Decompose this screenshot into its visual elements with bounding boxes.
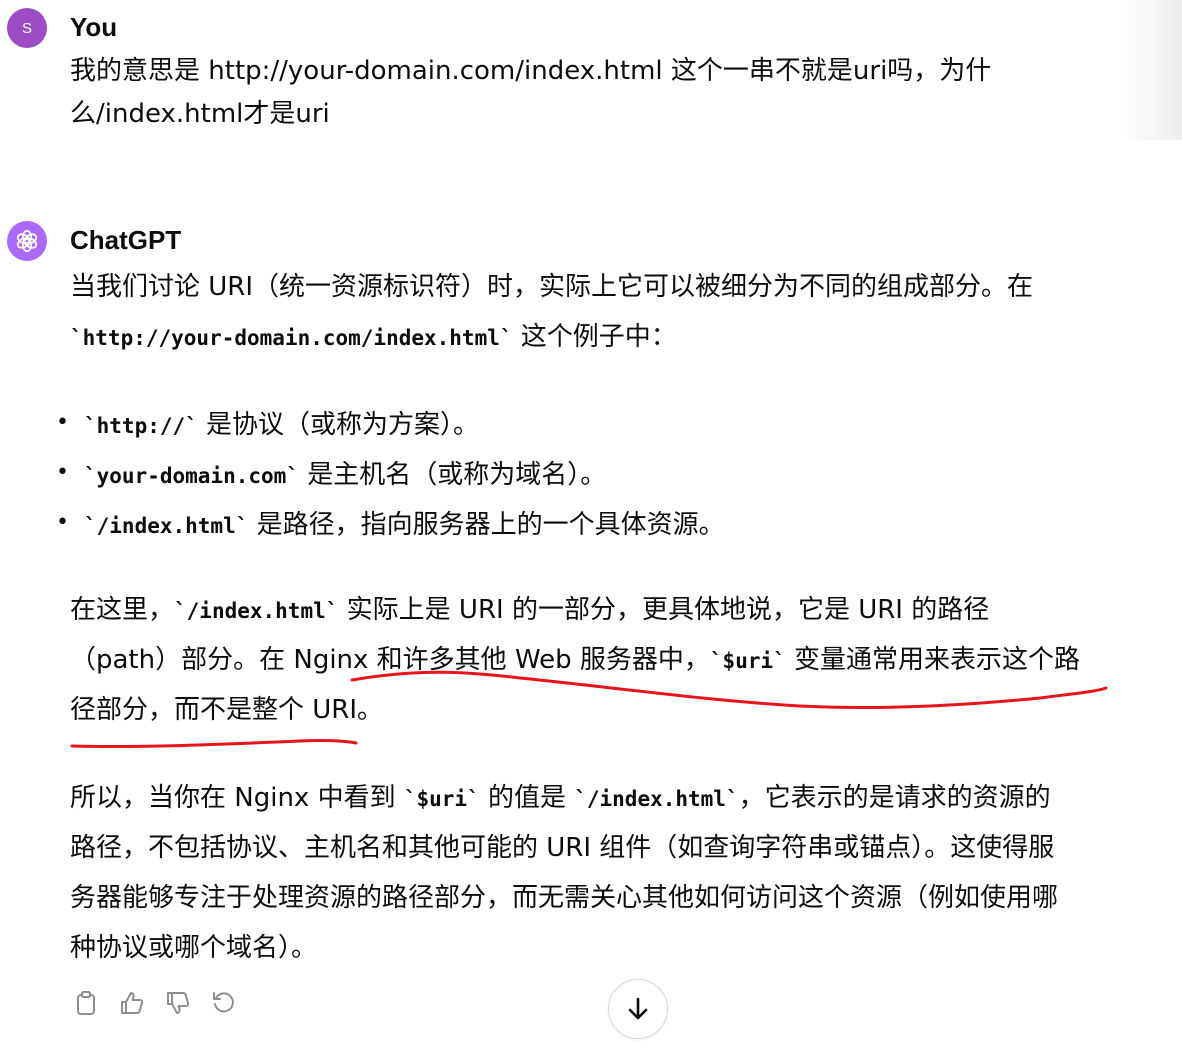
bullet-dot-icon: • xyxy=(56,510,69,535)
openai-logo-icon xyxy=(16,229,38,253)
chatgpt-author-name: ChatGPT xyxy=(70,225,182,255)
inline-code: `/index.html` xyxy=(84,514,249,538)
user-author-name: You xyxy=(70,12,118,42)
paragraph-line: 路径，不包括协议、主机名和其他可能的 URI 组件（如查询字符串或锚点）。这使得… xyxy=(70,833,1055,863)
message-actions xyxy=(70,986,240,1020)
user-message-line: 我的意思是 http://your-domain.com/index.html … xyxy=(70,56,992,86)
inline-code: `$uri` xyxy=(709,649,786,673)
page-edge-shade xyxy=(1122,0,1182,140)
user-message-line: 么/index.html才是uri xyxy=(70,99,330,129)
list-item-text: 是主机名（或称为域名）。 xyxy=(298,460,607,490)
thumbs-up-icon xyxy=(121,992,144,1014)
assistant-paragraph-2: 在这里，`/index.html` 实际上是 URI 的一部分，更具体地说，它是… xyxy=(70,585,1080,735)
list-item: • `http://` 是协议（或称为方案）。 xyxy=(50,400,725,450)
arrow-down-icon xyxy=(628,997,648,1020)
intro-line-2-text: 这个例子中： xyxy=(512,322,677,352)
copy-button[interactable] xyxy=(70,986,102,1020)
user-message-text: 我的意思是 http://your-domain.com/index.html … xyxy=(70,50,991,136)
text-span: 实际上是 URI 的一部分，更具体地说，它是 URI 的路径 xyxy=(338,595,990,625)
paragraph-line: 在这里，`/index.html` 实际上是 URI 的一部分，更具体地说，它是… xyxy=(70,585,1080,635)
copy-icon xyxy=(77,991,95,1015)
inline-code: `http://your-domain.com/index.html` xyxy=(70,326,513,350)
inline-code: `http://` xyxy=(84,414,198,438)
uri-parts-list: • `http://` 是协议（或称为方案）。 • `your-domain.c… xyxy=(50,400,725,550)
text-span: 在这里， xyxy=(70,595,175,625)
text-span: 变量通常用来表示这个路 xyxy=(785,645,1081,675)
text-span: 所以，当你在 Nginx 中看到 xyxy=(70,783,404,813)
text-span: （path）部分。在 Nginx 和许多其他 Web 服务器中， xyxy=(70,645,710,675)
inline-code: `/index.html` xyxy=(174,599,339,623)
bullet-dot-icon: • xyxy=(56,460,69,485)
regenerate-button[interactable] xyxy=(208,986,240,1020)
list-item: • `/index.html` 是路径，指向服务器上的一个具体资源。 xyxy=(50,500,725,550)
regenerate-icon xyxy=(213,992,234,1013)
user-avatar: S xyxy=(7,8,47,48)
text-span: ，它表示的是请求的资源的 xyxy=(738,783,1051,813)
paragraph-line: 所以，当你在 Nginx 中看到 `$uri` 的值是 `/index.html… xyxy=(70,773,1058,823)
text-span: 的值是 xyxy=(479,783,575,813)
paragraph-line: 种协议或哪个域名）。 xyxy=(70,933,318,963)
inline-code: `$uri` xyxy=(403,787,480,811)
list-item: • `your-domain.com` 是主机名（或称为域名）。 xyxy=(50,450,725,500)
intro-line-2: `http://your-domain.com/index.html` 这个例子… xyxy=(70,312,1033,362)
paragraph-line: 务器能够专注于处理资源的路径部分，而无需关心其他如何访问这个资源（例如使用哪 xyxy=(70,883,1059,913)
list-item-text: 是协议（或称为方案）。 xyxy=(197,410,480,440)
list-item-text: 是路径，指向服务器上的一个具体资源。 xyxy=(248,510,725,540)
assistant-paragraph-3: 所以，当你在 Nginx 中看到 `$uri` 的值是 `/index.html… xyxy=(70,773,1058,973)
intro-line-1: 当我们讨论 URI（统一资源标识符）时，实际上它可以被细分为不同的组成部分。在 xyxy=(70,272,1034,302)
chatgpt-avatar xyxy=(7,221,47,261)
thumbs-down-button[interactable] xyxy=(162,986,194,1020)
user-avatar-letter: S xyxy=(21,19,32,37)
scroll-to-bottom-button[interactable] xyxy=(608,979,668,1039)
paragraph-line: 径部分，而不是整个 URI。 xyxy=(70,695,384,725)
inline-code: `/index.html` xyxy=(574,787,739,811)
bullet-dot-icon: • xyxy=(56,410,69,435)
inline-code: `your-domain.com` xyxy=(84,464,299,488)
paragraph-line: （path）部分。在 Nginx 和许多其他 Web 服务器中，`$uri` 变… xyxy=(70,635,1080,685)
assistant-intro: 当我们讨论 URI（统一资源标识符）时，实际上它可以被细分为不同的组成部分。在 … xyxy=(70,262,1033,362)
thumbs-up-button[interactable] xyxy=(116,986,148,1020)
thumbs-down-icon xyxy=(167,992,190,1014)
